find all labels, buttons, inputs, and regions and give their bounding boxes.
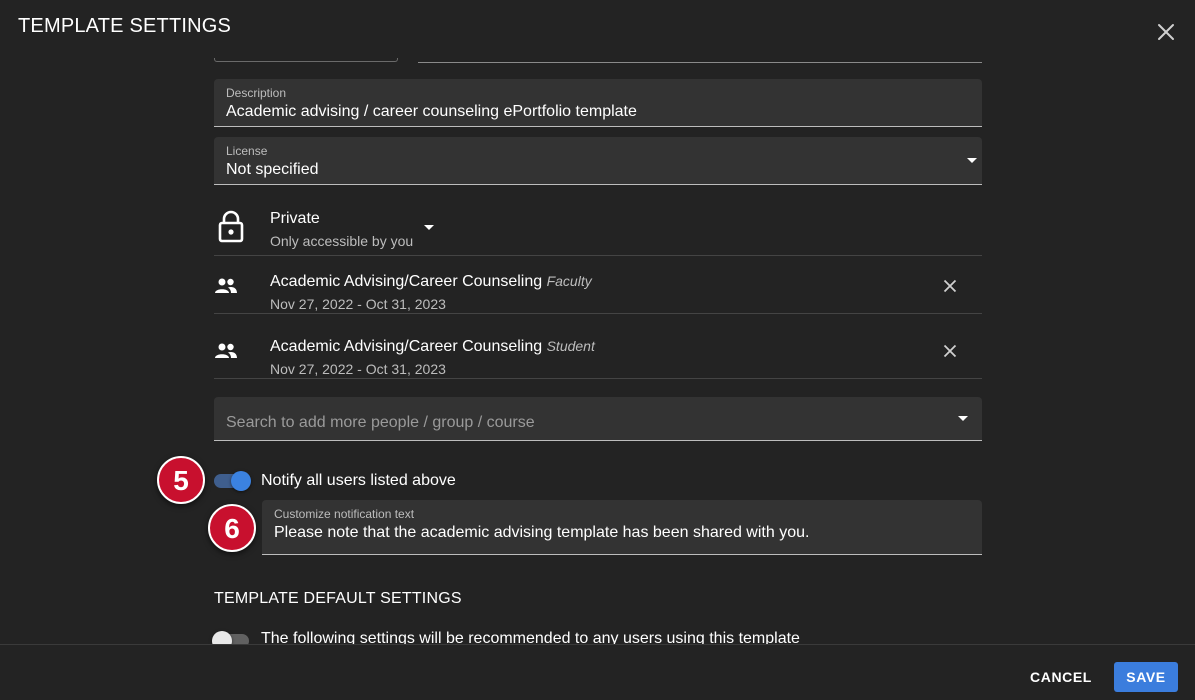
share-name: Academic Advising/Career Counseling Stud…: [270, 338, 595, 355]
recommend-label: The following settings will be recommend…: [261, 630, 800, 644]
chevron-down-icon[interactable]: [424, 225, 434, 230]
share-dates: Nov 27, 2022 - Oct 31, 2023: [270, 296, 446, 312]
close-icon: [943, 344, 957, 358]
callout-badge-6: 6: [208, 504, 256, 552]
share-name: Academic Advising/Career Counseling Facu…: [270, 273, 592, 290]
close-icon: [943, 279, 957, 293]
notification-text-value[interactable]: Please note that the academic advising t…: [274, 524, 809, 542]
share-role: Student: [546, 338, 595, 354]
callout-badge-5: 5: [157, 456, 205, 504]
notify-label: Notify all users listed above: [261, 472, 456, 489]
remove-share-button[interactable]: [943, 344, 957, 363]
license-label: License: [226, 144, 268, 158]
chevron-down-icon: [967, 158, 977, 163]
search-placeholder: Search to add more people / group / cour…: [226, 414, 535, 431]
share-dates: Nov 27, 2022 - Oct 31, 2023: [270, 361, 446, 377]
dialog-title: TEMPLATE SETTINGS: [18, 15, 232, 37]
share-row: Academic Advising/Career Counseling Stud…: [214, 322, 982, 379]
dialog-footer: CANCEL SAVE: [0, 644, 1195, 700]
chevron-down-icon[interactable]: [958, 416, 968, 421]
share-row: Academic Advising/Career Counseling Facu…: [214, 257, 982, 314]
section-title: TEMPLATE DEFAULT SETTINGS: [214, 590, 462, 607]
close-icon: [1158, 24, 1174, 40]
cancel-button[interactable]: CANCEL: [1022, 663, 1100, 691]
settings-content[interactable]: Description Academic advising / career c…: [0, 58, 1195, 644]
toggle-knob: [212, 631, 232, 644]
notify-toggle[interactable]: [214, 471, 251, 491]
lock-icon: [218, 210, 244, 249]
description-value[interactable]: Academic advising / career counseling eP…: [226, 103, 637, 121]
share-role: Faculty: [546, 273, 592, 289]
description-label: Description: [226, 86, 287, 100]
group-icon: [214, 277, 238, 300]
license-select[interactable]: License Not specified: [214, 137, 982, 185]
share-search-input[interactable]: Search to add more people / group / cour…: [214, 397, 982, 441]
remove-share-button[interactable]: [943, 279, 957, 298]
truncated-field[interactable]: [214, 58, 398, 62]
truncated-field-underline: [418, 62, 982, 63]
description-field[interactable]: Description Academic advising / career c…: [214, 79, 982, 127]
save-button[interactable]: SAVE: [1114, 662, 1178, 692]
close-button[interactable]: [1154, 20, 1178, 44]
privacy-title: Private: [270, 210, 320, 227]
notification-text-label: Customize notification text: [274, 507, 415, 521]
recommend-toggle[interactable]: [212, 631, 249, 644]
toggle-knob: [231, 471, 251, 491]
group-icon: [214, 342, 238, 365]
privacy-subtitle: Only accessible by you: [270, 233, 414, 249]
license-value: Not specified: [226, 161, 319, 178]
privacy-selector[interactable]: Private Only accessible by you: [214, 198, 982, 256]
notification-text-field[interactable]: Customize notification text Please note …: [262, 500, 982, 555]
